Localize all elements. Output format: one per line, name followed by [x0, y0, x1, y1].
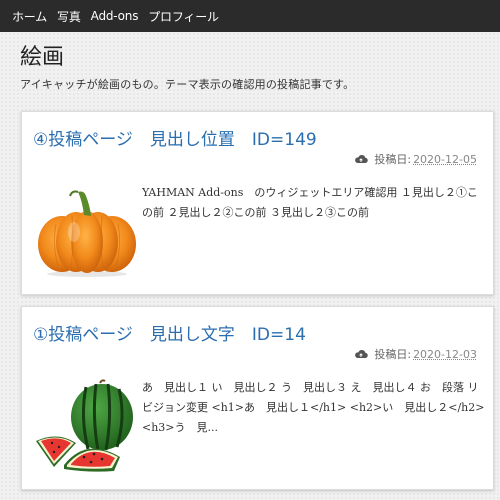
- top-navigation: ホーム 写真 Add-ons プロフィール: [0, 0, 500, 32]
- post-card: ①投稿ページ 見出し文字 ID=14 投稿日: 2020-12-03 あ 見出し…: [21, 306, 494, 490]
- cloud-upload-icon: [355, 155, 369, 164]
- post-date-link[interactable]: 2020-12-05: [413, 153, 477, 166]
- post-title-link[interactable]: ④投稿ページ 見出し位置 ID=149: [33, 125, 317, 150]
- cloud-upload-icon: [355, 350, 369, 359]
- nav-item-profile[interactable]: プロフィール: [148, 8, 219, 25]
- archive-header: 絵画 アイキャッチが絵画のもの。テーマ表示の確認用の投稿記事です。: [20, 44, 490, 92]
- post-date-link[interactable]: 2020-12-03: [413, 348, 477, 361]
- post-date-label: 投稿日:: [374, 348, 412, 361]
- pumpkin-image[interactable]: [34, 182, 140, 278]
- post-title-link[interactable]: ①投稿ページ 見出し文字 ID=14: [33, 320, 306, 345]
- nav-item-photos[interactable]: 写真: [57, 8, 81, 25]
- post-meta: 投稿日: 2020-12-03: [354, 346, 477, 362]
- nav-item-addons[interactable]: Add-ons: [91, 9, 139, 23]
- post-date-label: 投稿日:: [374, 153, 412, 166]
- post-excerpt: あ 見出し１ い 見出し２ う 見出し３ え 見出し４ お 段落 リビジョン変更…: [142, 381, 485, 434]
- post-meta: 投稿日: 2020-12-05: [354, 151, 477, 167]
- page-description: アイキャッチが絵画のもの。テーマ表示の確認用の投稿記事です。: [20, 78, 355, 91]
- watermelon-image[interactable]: [34, 377, 140, 473]
- nav-item-home[interactable]: ホーム: [12, 8, 47, 25]
- post-excerpt: YAHMAN Add-ons のウィジェットエリア確認用 １見出し２①この前 ２…: [142, 186, 478, 219]
- page-title: 絵画: [20, 45, 65, 70]
- post-card: ④投稿ページ 見出し位置 ID=149 投稿日: 2020-12-05 YAHM…: [21, 111, 494, 295]
